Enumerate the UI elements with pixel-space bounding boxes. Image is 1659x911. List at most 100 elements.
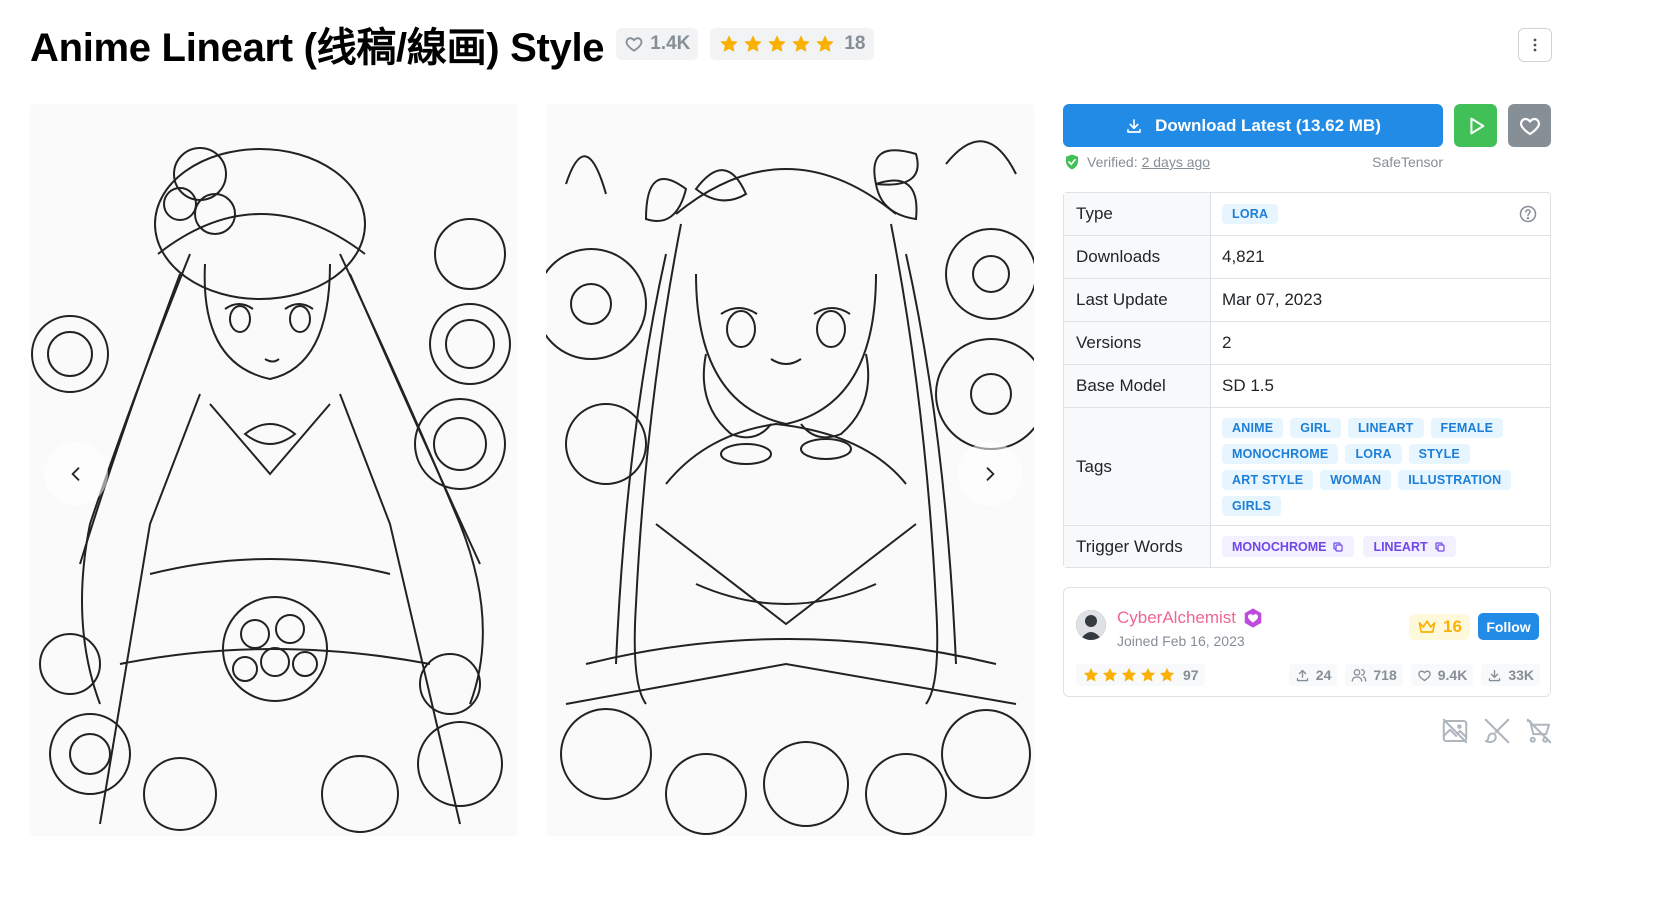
dots-vertical-icon (1533, 38, 1537, 52)
creator-downloads: 33K (1508, 667, 1534, 683)
brush-off-icon (1484, 718, 1510, 744)
star-icon (744, 35, 763, 52)
page-title: Anime Lineart (线稿/線画) Style (30, 26, 605, 70)
shopping-cart-off-icon (1526, 718, 1552, 744)
star-rating (718, 33, 836, 55)
upload-icon (1296, 669, 1308, 681)
chevron-right-icon (986, 467, 995, 481)
creator-rating-count: 97 (1183, 667, 1199, 683)
carousel-prev-button[interactable] (44, 442, 108, 506)
tag-badge[interactable]: GIRLS (1222, 495, 1282, 516)
carousel-next-button[interactable] (958, 442, 1022, 506)
favorite-button[interactable] (1508, 104, 1551, 147)
detail-value: MONOCHROME LINEART (1211, 526, 1550, 567)
crown-icon (1418, 620, 1436, 633)
verification-status: Verified: 2 days ago SafeTensor (1063, 152, 1443, 172)
creator-downloads-stat: 33K (1481, 664, 1540, 686)
creator-followers-stat: 718 (1345, 664, 1403, 686)
users-icon (1352, 669, 1367, 682)
heart-icon (1417, 669, 1431, 681)
download-label: Download Latest (13.62 MB) (1155, 115, 1381, 135)
detail-value: SD 1.5 (1222, 376, 1274, 395)
verified-date-link[interactable]: 2 days ago (1142, 154, 1211, 170)
verified-label: Verified: (1087, 154, 1138, 170)
detail-label: Tags (1064, 408, 1211, 525)
trigger-word-badge[interactable]: MONOCHROME (1222, 536, 1355, 557)
heart-icon (625, 37, 643, 52)
tag-badge[interactable]: LORA (1345, 443, 1402, 464)
detail-row-trigger-words: Trigger Words MONOCHROME LINEART (1064, 526, 1550, 567)
creator-card: CyberAlchemist Joined Feb 16, 2023 16 Fo… (1063, 587, 1551, 697)
detail-label: Type (1064, 193, 1211, 235)
tag-badge[interactable]: WOMAN (1320, 469, 1392, 490)
tag-badge[interactable]: ILLUSTRATION (1398, 469, 1512, 490)
star-icon (1121, 667, 1137, 682)
detail-row-last-update: Last Update Mar 07, 2023 (1064, 279, 1550, 322)
detail-label: Last Update (1064, 279, 1211, 321)
avatar[interactable] (1076, 610, 1106, 640)
download-icon (1489, 669, 1501, 681)
detail-row-type: Type LORA (1064, 193, 1550, 236)
star-icon (768, 35, 787, 52)
creator-name-row: CyberAlchemist (1117, 607, 1264, 629)
creator-favorites: 9.4K (1437, 667, 1468, 683)
detail-value: 4,821 (1222, 247, 1265, 266)
follow-button[interactable]: Follow (1478, 613, 1539, 640)
creator-uploads: 24 (1315, 667, 1332, 683)
tag-badge[interactable]: FEMALE (1430, 417, 1504, 438)
download-icon (1127, 118, 1141, 133)
creator-uploads-stat: 24 (1288, 664, 1338, 686)
tag-list: ANIME GIRL LINEART FEMALE MONOCHROME LOR… (1222, 417, 1522, 516)
creator-rank-badge: 16 (1409, 614, 1470, 640)
copy-icon (1435, 541, 1445, 552)
creator-joined: Joined Feb 16, 2023 (1117, 633, 1245, 649)
license-permissions (1440, 716, 1554, 746)
creator-rating-badge: 97 (1076, 664, 1205, 686)
chevron-left-icon (71, 467, 80, 481)
creator-badge-icon (1244, 608, 1262, 628)
copy-icon (1333, 541, 1344, 552)
detail-label: Base Model (1064, 365, 1211, 407)
star-icon (720, 35, 739, 52)
rating-badge[interactable]: 18 (710, 28, 874, 60)
detail-value: ANIME GIRL LINEART FEMALE MONOCHROME LOR… (1211, 408, 1550, 525)
file-format: SafeTensor (1372, 154, 1443, 170)
tag-badge[interactable]: GIRL (1290, 417, 1341, 438)
star-icon (1102, 667, 1118, 682)
creator-stats: 24 718 9.4K 33K (1288, 664, 1540, 686)
download-button[interactable]: Download Latest (13.62 MB) (1063, 104, 1443, 147)
creator-name[interactable]: CyberAlchemist (1117, 608, 1236, 628)
tag-badge[interactable]: ART STYLE (1222, 469, 1314, 490)
creator-rank: 16 (1443, 617, 1462, 636)
photo-off-icon (1442, 718, 1468, 744)
detail-label: Trigger Words (1064, 526, 1211, 567)
more-menu-button[interactable] (1518, 28, 1552, 62)
detail-label: Versions (1064, 322, 1211, 364)
creator-followers: 718 (1373, 667, 1397, 683)
tag-badge[interactable]: MONOCHROME (1222, 443, 1339, 464)
heart-icon (1519, 117, 1540, 135)
shield-check-icon (1066, 154, 1078, 170)
detail-value: Mar 07, 2023 (1222, 290, 1323, 309)
detail-row-tags: Tags ANIME GIRL LINEART FEMALE MONOCHROM… (1064, 408, 1550, 526)
star-icon (1140, 667, 1156, 682)
star-icon (792, 35, 811, 52)
model-details-table: Type LORA Downloads 4,821 Last Update Ma… (1063, 192, 1551, 568)
play-icon (1469, 117, 1484, 134)
like-count-badge: 1.4K (616, 28, 699, 60)
question-circle-icon[interactable] (1518, 204, 1538, 224)
trigger-word-badge[interactable]: LINEART (1363, 536, 1456, 557)
detail-value: LORA (1211, 193, 1550, 235)
tag-badge[interactable]: LINEART (1347, 417, 1424, 438)
star-icon (816, 35, 835, 52)
tag-badge[interactable]: STYLE (1408, 443, 1470, 464)
star-icon (1159, 667, 1175, 682)
star-icon (1083, 667, 1099, 682)
run-button[interactable] (1454, 104, 1497, 147)
rating-count: 18 (844, 33, 866, 54)
creator-favorites-stat: 9.4K (1410, 664, 1474, 686)
detail-row-downloads: Downloads 4,821 (1064, 236, 1550, 279)
tag-badge[interactable]: ANIME (1222, 417, 1284, 438)
image-carousel (30, 104, 1036, 836)
trigger-word: MONOCHROME (1232, 539, 1327, 554)
